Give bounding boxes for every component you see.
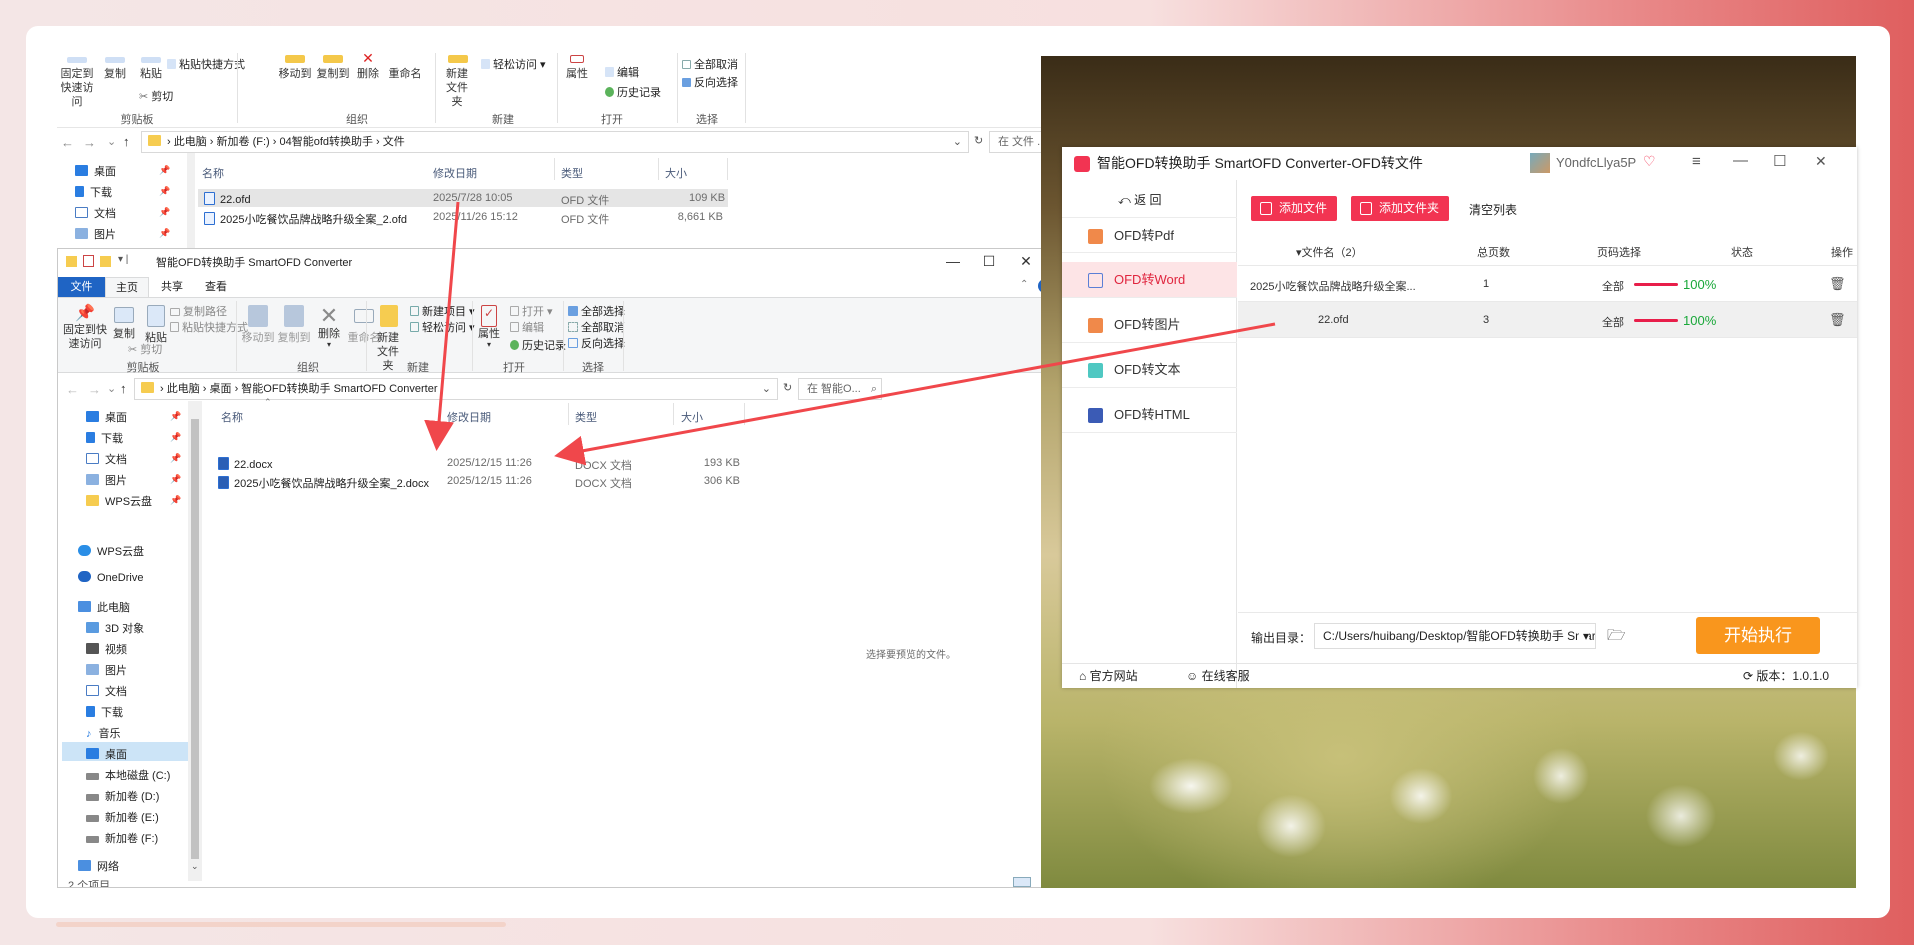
arrow-line <box>554 322 1276 466</box>
annotation-arrows <box>424 201 1276 466</box>
arrow-line <box>424 201 460 451</box>
